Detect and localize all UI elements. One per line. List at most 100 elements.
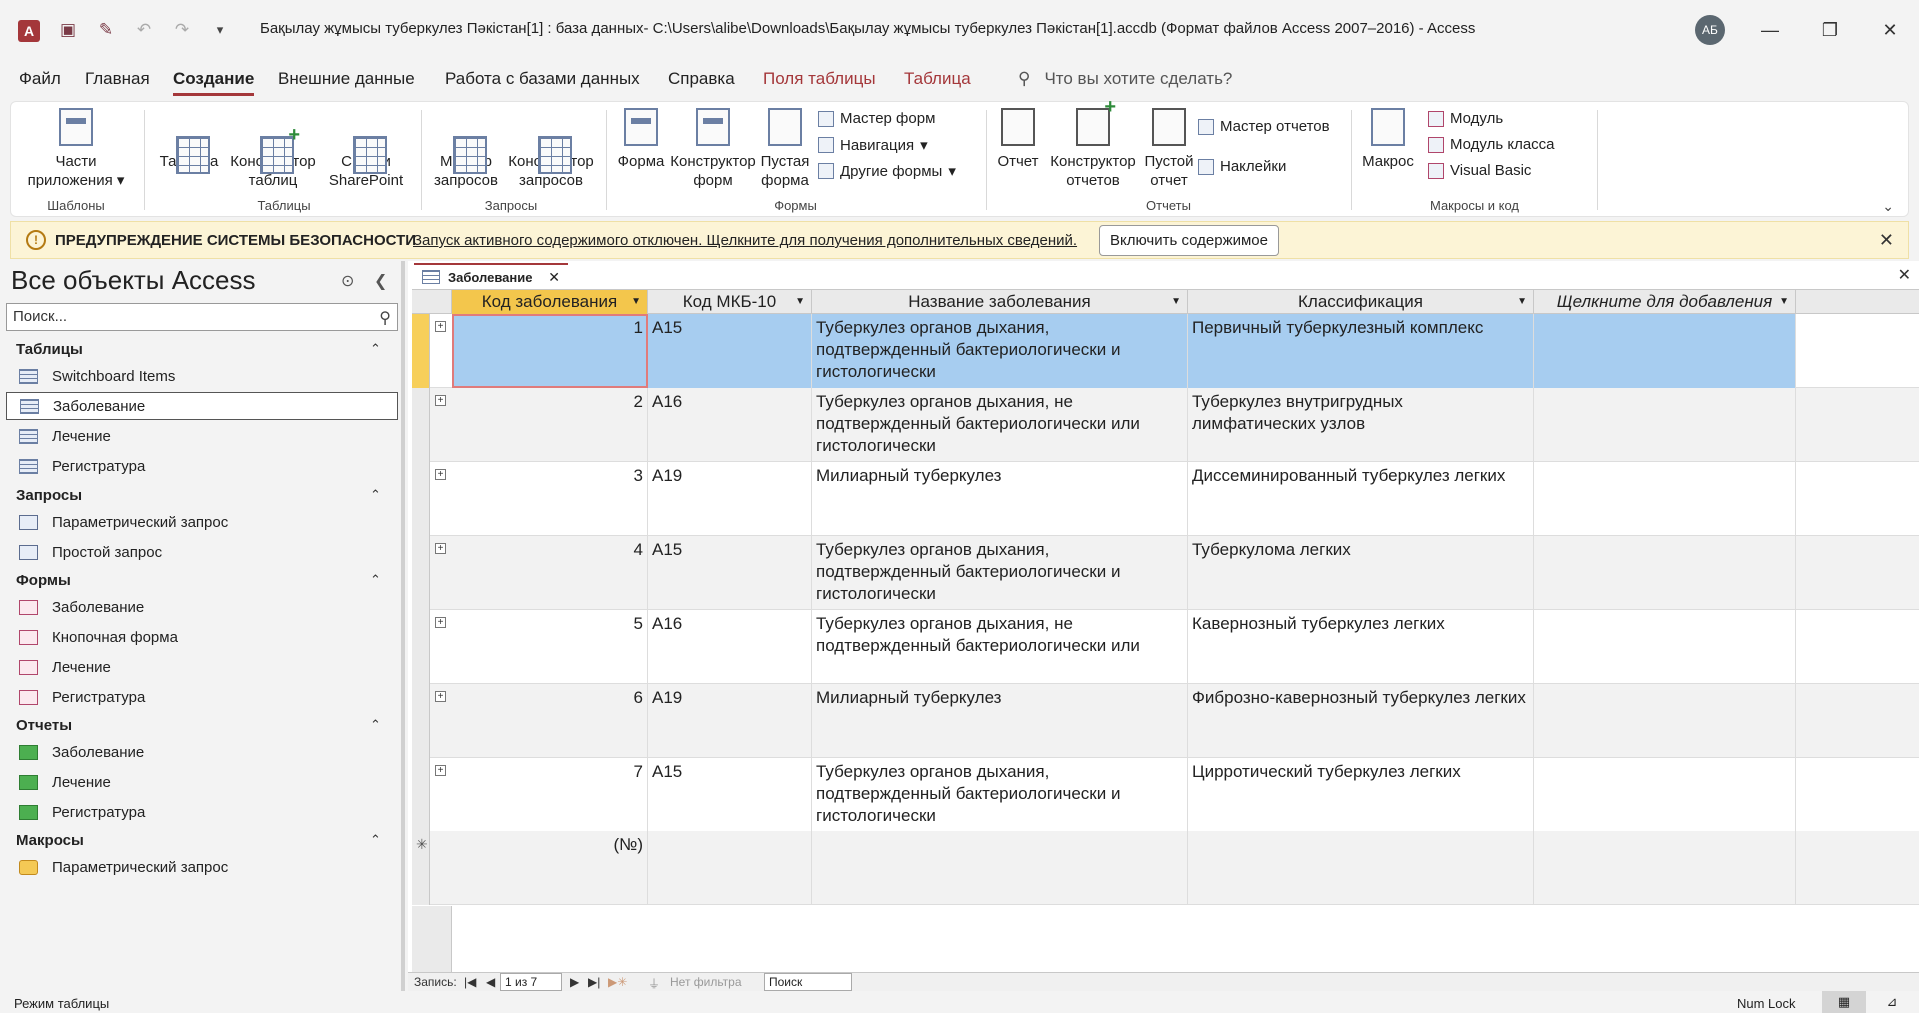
report-button[interactable]: Отчет bbox=[991, 108, 1045, 171]
chevron-up-icon[interactable]: ⌃ bbox=[370, 341, 381, 357]
nav-group-forms[interactable]: Формы bbox=[16, 572, 71, 589]
row-selector[interactable] bbox=[412, 388, 430, 462]
close-document-icon[interactable]: ✕ bbox=[1898, 265, 1911, 285]
cell-code[interactable]: A15 bbox=[648, 758, 812, 832]
cell-name[interactable]: Туберкулез органов дыхания, не подтвержд… bbox=[812, 610, 1188, 684]
labels-button[interactable]: Наклейки bbox=[1198, 158, 1286, 175]
nav-item-lechenie-form[interactable]: Лечение bbox=[6, 653, 398, 681]
blank-report-button[interactable]: Пустой отчет bbox=[1135, 108, 1203, 190]
expand-subdatasheet-icon[interactable]: + bbox=[435, 543, 446, 554]
nav-item-param-query[interactable]: Параметрический запрос bbox=[6, 508, 398, 536]
customize-toolbar-icon[interactable]: ▾ bbox=[208, 18, 232, 42]
cell-empty[interactable] bbox=[1534, 462, 1796, 536]
cell-code[interactable]: A15 bbox=[648, 314, 812, 388]
nav-item-lechenie-report[interactable]: Лечение bbox=[6, 768, 398, 796]
app-parts-button[interactable]: Части приложения ▾ bbox=[26, 108, 126, 190]
nav-item-registratura-table[interactable]: Регистратура bbox=[6, 452, 398, 480]
cell-name[interactable]: Туберкулез органов дыхания, подтвержденн… bbox=[812, 314, 1188, 388]
save-icon[interactable]: ▣ bbox=[56, 18, 80, 42]
new-record-nav-icon[interactable]: ▶✳ bbox=[608, 975, 627, 989]
query-designer-button[interactable]: Конструктор запросов bbox=[499, 108, 603, 190]
cell-name[interactable]: Милиарный туберкулез bbox=[812, 684, 1188, 758]
column-header-id[interactable]: Код заболевания ▼ bbox=[452, 290, 648, 314]
table-row[interactable]: +6 A19 Милиарный туберкулез Фиброзно-каверн… bbox=[412, 684, 1919, 758]
tell-me-search[interactable]: ⚲ Что вы хотите сделать? bbox=[1018, 69, 1232, 89]
nav-item-zabolevanie-report[interactable]: Заболевание bbox=[6, 738, 398, 766]
nav-item-lechenie-table[interactable]: Лечение bbox=[6, 422, 398, 450]
nav-item-zabolevanie-form[interactable]: Заболевание bbox=[6, 593, 398, 621]
cell-id[interactable]: 5 bbox=[452, 610, 648, 684]
navigation-button[interactable]: Навигация ▾ bbox=[818, 136, 928, 154]
new-row-cell[interactable] bbox=[1188, 831, 1534, 905]
nav-search-input[interactable]: Поиск... ⚲ bbox=[6, 303, 398, 331]
tab-home[interactable]: Главная bbox=[85, 69, 150, 89]
dropdown-arrow-icon[interactable]: ▼ bbox=[1171, 290, 1181, 314]
nav-group-queries[interactable]: Запросы bbox=[16, 487, 82, 504]
tab-table-fields[interactable]: Поля таблицы bbox=[763, 69, 876, 89]
tab-zabolevanie[interactable]: Заболевание ✕ bbox=[414, 263, 568, 289]
cell-name[interactable]: Туберкулез органов дыхания, подтвержденн… bbox=[812, 536, 1188, 610]
expand-subdatasheet-icon[interactable]: + bbox=[435, 617, 446, 628]
nav-group-reports[interactable]: Отчеты bbox=[16, 717, 72, 734]
more-forms-button[interactable]: Другие формы ▾ bbox=[818, 162, 956, 180]
cell-class[interactable]: Диссеминированный туберкулез легких bbox=[1188, 462, 1534, 536]
cell-name[interactable]: Милиарный туберкулез bbox=[812, 462, 1188, 536]
report-wizard-button[interactable]: Мастер отчетов bbox=[1198, 118, 1330, 135]
avatar[interactable]: АБ bbox=[1695, 15, 1725, 45]
next-record-icon[interactable]: ▶ bbox=[570, 975, 579, 989]
table-row[interactable]: +1 A15 Туберкулез органов дыхания, подтвер… bbox=[412, 314, 1919, 388]
form-wizard-button[interactable]: Мастер форм bbox=[818, 110, 935, 127]
expand-subdatasheet-icon[interactable]: + bbox=[435, 321, 446, 332]
cell-class[interactable]: Туберкулез внутригрудных лимфатических у… bbox=[1188, 388, 1534, 462]
chevron-up-icon[interactable]: ⌃ bbox=[370, 832, 381, 848]
filter-status[interactable]: Нет фильтра bbox=[670, 975, 742, 989]
enable-content-button[interactable]: Включить содержимое bbox=[1099, 225, 1279, 256]
design-view-icon[interactable]: ⊿ bbox=[1870, 991, 1914, 1013]
nav-item-registratura-report[interactable]: Регистратура bbox=[6, 798, 398, 826]
first-record-icon[interactable]: |◀ bbox=[464, 975, 476, 989]
tab-table[interactable]: Таблица bbox=[904, 69, 971, 89]
datasheet-view-icon[interactable]: ▦ bbox=[1822, 991, 1866, 1013]
expand-subdatasheet-icon[interactable]: + bbox=[435, 469, 446, 480]
cell-name[interactable]: Туберкулез органов дыхания, подтвержденн… bbox=[812, 758, 1188, 832]
query-wizard-button[interactable]: Мастер запросов bbox=[421, 108, 511, 190]
nav-item-simple-query[interactable]: Простой запрос bbox=[6, 538, 398, 566]
last-record-icon[interactable]: ▶| bbox=[588, 975, 600, 989]
report-designer-button[interactable]: Конструктор отчетов bbox=[1043, 98, 1143, 190]
redo-icon[interactable]: ↷ bbox=[170, 18, 194, 42]
cell-empty[interactable] bbox=[1534, 388, 1796, 462]
collapse-nav-icon[interactable]: ❮ bbox=[374, 271, 387, 291]
tab-create[interactable]: Создание bbox=[173, 69, 255, 96]
minimize-button[interactable]: — bbox=[1747, 12, 1793, 48]
row-selector[interactable] bbox=[412, 758, 430, 832]
row-selector[interactable] bbox=[412, 684, 430, 758]
dropdown-arrow-icon[interactable]: ▼ bbox=[1779, 290, 1789, 314]
cell-code[interactable]: A15 bbox=[648, 536, 812, 610]
chevron-up-icon[interactable]: ⌃ bbox=[370, 487, 381, 503]
cell-name[interactable]: Туберкулез органов дыхания, не подтвержд… bbox=[812, 388, 1188, 462]
new-row-cell[interactable] bbox=[648, 831, 812, 905]
column-header-name[interactable]: Название заболевания ▼ bbox=[812, 290, 1188, 314]
table-row[interactable]: +4 A15 Туберкулез органов дыхания, подтвер… bbox=[412, 536, 1919, 610]
cell-id[interactable]: 3 bbox=[452, 462, 648, 536]
nav-pane-title[interactable]: Все объекты Access bbox=[11, 265, 256, 296]
cell-empty[interactable] bbox=[1534, 684, 1796, 758]
form-designer-button[interactable]: Конструктор форм bbox=[663, 108, 763, 190]
blank-form-button[interactable]: Пустая форма bbox=[753, 108, 817, 190]
new-record-row[interactable]: ✳ (№) bbox=[412, 831, 1919, 905]
nav-group-macros[interactable]: Макросы bbox=[16, 832, 84, 849]
nav-menu-icon[interactable]: ⊙ bbox=[341, 271, 354, 291]
column-header-code[interactable]: Код МКБ-10 ▼ bbox=[648, 290, 812, 314]
cell-class[interactable]: Цирротический туберкулез легких bbox=[1188, 758, 1534, 832]
new-row-id-cell[interactable]: (№) bbox=[452, 831, 648, 905]
new-row-cell[interactable] bbox=[812, 831, 1188, 905]
table-designer-button[interactable]: Конструктор таблиц bbox=[223, 108, 323, 190]
cell-empty[interactable] bbox=[1534, 758, 1796, 832]
cell-id[interactable]: 1 bbox=[452, 314, 648, 388]
select-all-corner[interactable] bbox=[412, 290, 452, 314]
nav-item-registratura-form[interactable]: Регистратура bbox=[6, 683, 398, 711]
collapse-ribbon-icon[interactable]: ⌄ bbox=[1882, 198, 1894, 215]
table-button[interactable]: Таблица bbox=[154, 108, 224, 174]
chevron-up-icon[interactable]: ⌃ bbox=[370, 572, 381, 588]
class-module-button[interactable]: Модуль класса bbox=[1428, 136, 1555, 153]
